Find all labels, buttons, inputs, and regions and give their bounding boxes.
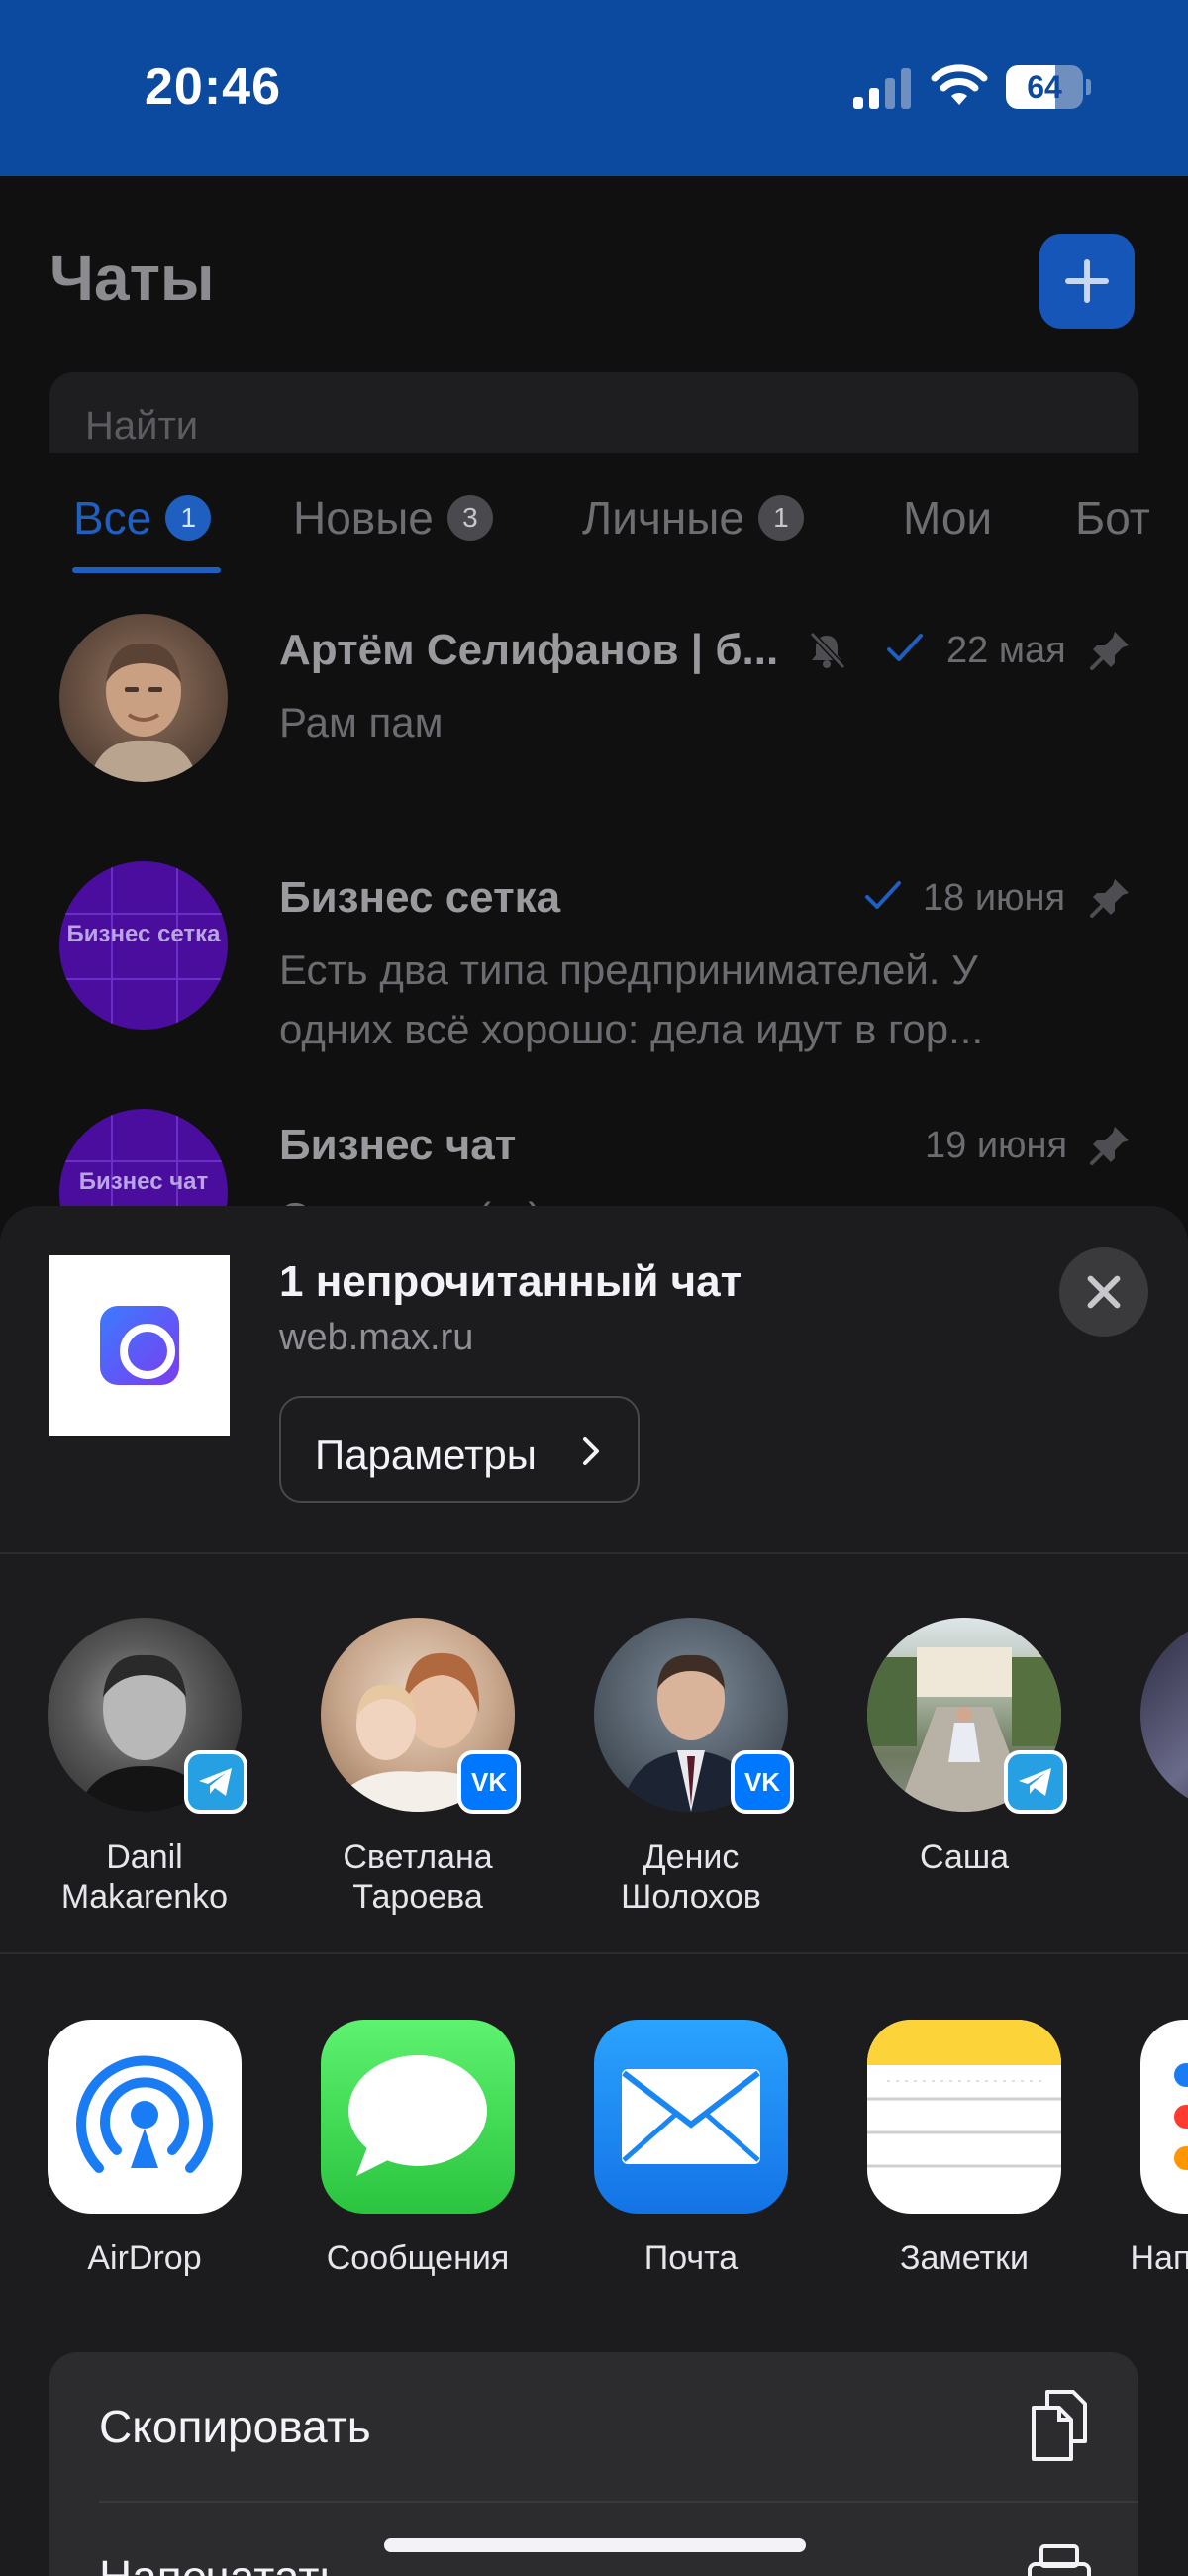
options-label: Параметры [315,1432,537,1478]
chat-name: Артём Селифанов | б... [279,626,779,674]
tab-count-badge: 1 [165,495,212,541]
avatar: Бизнес сетка [59,861,228,1030]
chat-date: 22 мая [946,630,1066,671]
telegram-icon [184,1750,248,1814]
app-thumbnail [50,1255,230,1436]
action-label: Скопировать [99,2401,371,2452]
tab-label: Новые [293,492,434,544]
wifi-icon [931,64,988,105]
chat-list-item[interactable]: Артём Селифанов | б... 22 мая Рам пам [0,614,1188,861]
chat-name: Бизнес сетка [279,873,561,922]
avatar [59,614,228,782]
chat-date: 19 июня [925,1125,1068,1166]
pin-icon [1090,632,1129,670]
share-sheet: 1 непрочитанный чат web.max.ru Параметры… [0,1206,1188,2576]
max-logo-icon [100,1306,179,1385]
action-label: Напечатать [99,2550,343,2576]
chat-last-message: Есть два типа предпринимателей. У одних … [279,946,984,1052]
mail-icon [594,2020,788,2214]
share-app-notes[interactable]: Заметки [845,2020,1073,2277]
contact-name: Р С [1119,1837,1188,1877]
read-check-icon [887,634,923,661]
contact-name: Денис Шолохов [621,1838,761,1916]
chat-list-item[interactable]: Бизнес сетка Бизнес сетка 18 июня Есть д… [0,861,1188,1109]
share-contact[interactable]: Danil Makarenko [26,1618,253,1916]
share-url: web.max.ru [279,1317,474,1358]
copy-action[interactable]: Скопировать [50,2352,1138,2503]
page-title: Чаты [50,243,215,314]
contact-name: Danil Makarenko [60,1838,229,1916]
home-indicator[interactable] [384,2538,806,2552]
avatar-label: Бизнес сетка [66,921,221,947]
search-field[interactable]: Найти [50,372,1138,453]
share-contact[interactable]: VK Денис Шолохов [572,1618,800,1916]
active-tab-indicator [72,567,221,573]
battery-level: 64 [1027,69,1062,105]
tab-bots[interactable]: Бот [1075,483,1150,552]
share-contact[interactable]: Саша [845,1618,1073,1915]
new-chat-button[interactable] [1040,234,1135,329]
telegram-icon [1004,1750,1067,1814]
tab-count-badge: 1 [757,495,804,541]
search-input[interactable]: Найти [85,404,198,448]
app-label: Заметки [899,2239,1030,2277]
muted-bell-icon [809,631,846,670]
tab-label: Личные [582,492,744,544]
tab-personal[interactable]: Личные 1 [582,483,804,552]
avatar [1140,1618,1188,1812]
share-app-airdrop[interactable]: AirDrop [26,2020,253,2277]
tab-all[interactable]: Все 1 [73,483,212,552]
close-button[interactable] [1059,1247,1148,1337]
cellular-signal-icon [853,68,911,109]
app-label: Напоминания [1130,2239,1188,2277]
status-time: 20:46 [145,58,281,116]
pin-icon [1090,1127,1129,1165]
airdrop-icon [48,2020,242,2214]
options-button[interactable]: Параметры [279,1396,640,1503]
share-title: 1 непрочитанный чат [279,1257,742,1306]
app-label: AirDrop [87,2239,202,2277]
reminders-icon [1140,2020,1188,2214]
contact-name: Светлана Тароева [343,1838,493,1916]
chat-name: Бизнес чат [279,1121,517,1169]
app-label: Сообщения [326,2239,510,2277]
messages-icon [321,2020,515,2214]
tab-new[interactable]: Новые 3 [293,483,493,552]
divider [0,1952,1188,1954]
share-app-reminders[interactable]: Напоминания [1119,2020,1188,2277]
chat-date: 18 июня [923,877,1066,919]
pin-icon [1090,879,1129,918]
share-app-mail[interactable]: Почта [572,2020,800,2277]
tab-label: Все [73,492,152,544]
tab-label: Бот [1075,492,1150,544]
share-contact[interactable]: Р С [1119,1618,1188,1915]
tab-mine[interactable]: Мои [903,483,992,552]
chat-filter-tabs: Все 1 Новые 3 Личные 1 Мои Бот [0,483,1188,562]
share-contact[interactable]: VK Светлана Тароева [299,1618,527,1916]
chat-last-message: Рам пам [279,699,444,745]
print-icon [1028,2544,1091,2576]
notes-icon [867,2020,1061,2214]
vk-icon: VK [457,1750,521,1814]
chevron-right-icon [583,1437,599,1465]
battery-icon: 64 [1006,65,1091,109]
app-label: Почта [644,2239,739,2277]
avatar-label: Бизнес чат [78,1168,209,1195]
status-bar: 20:46 64 [0,0,1188,176]
divider [0,1552,1188,1554]
contact-name: Саша [919,1838,1010,1876]
copy-icon [1032,2390,1087,2461]
share-app-messages[interactable]: Сообщения [299,2020,527,2277]
read-check-icon [865,881,901,909]
tab-count-badge: 3 [446,495,493,541]
vk-icon: VK [731,1750,794,1814]
tab-label: Мои [903,492,993,544]
